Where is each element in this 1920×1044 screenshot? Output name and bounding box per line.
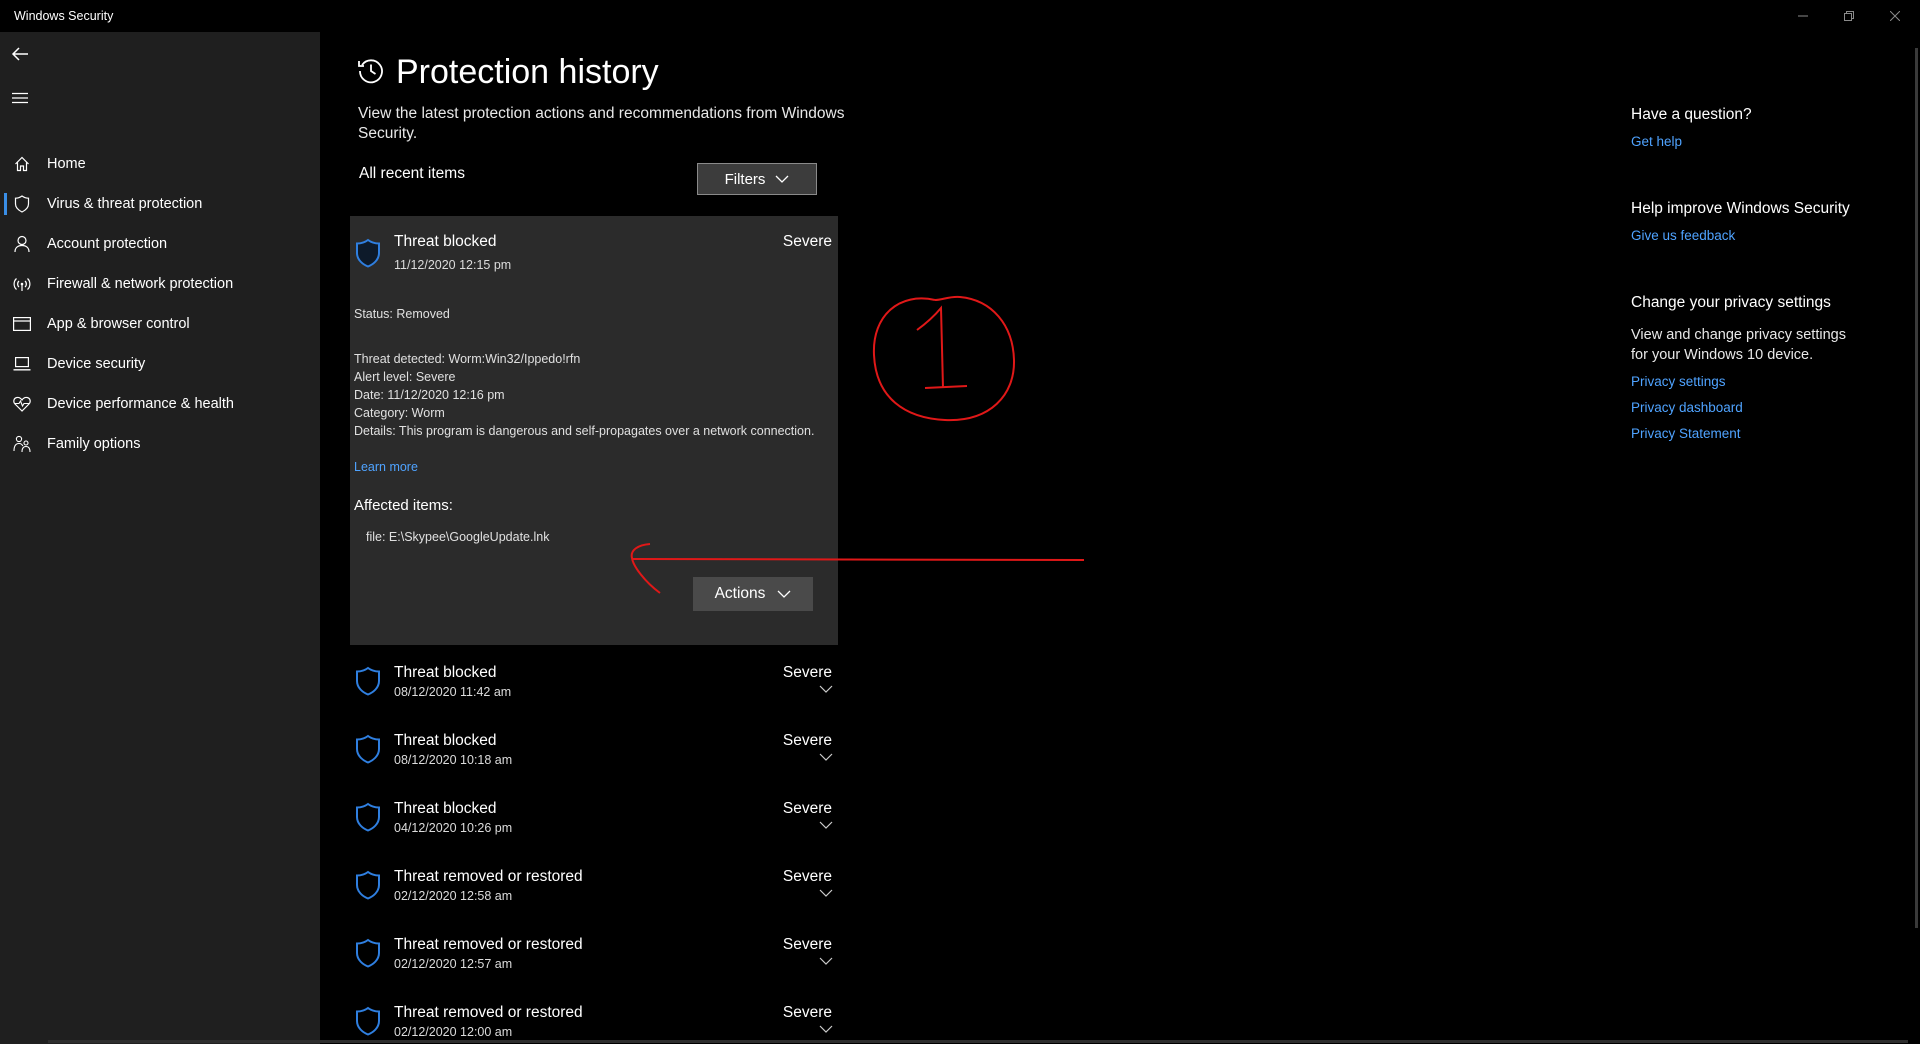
annotation-circle-number-one bbox=[872, 295, 1016, 422]
annotation-arrow bbox=[630, 543, 1085, 594]
annotation-overlay bbox=[630, 295, 1085, 594]
